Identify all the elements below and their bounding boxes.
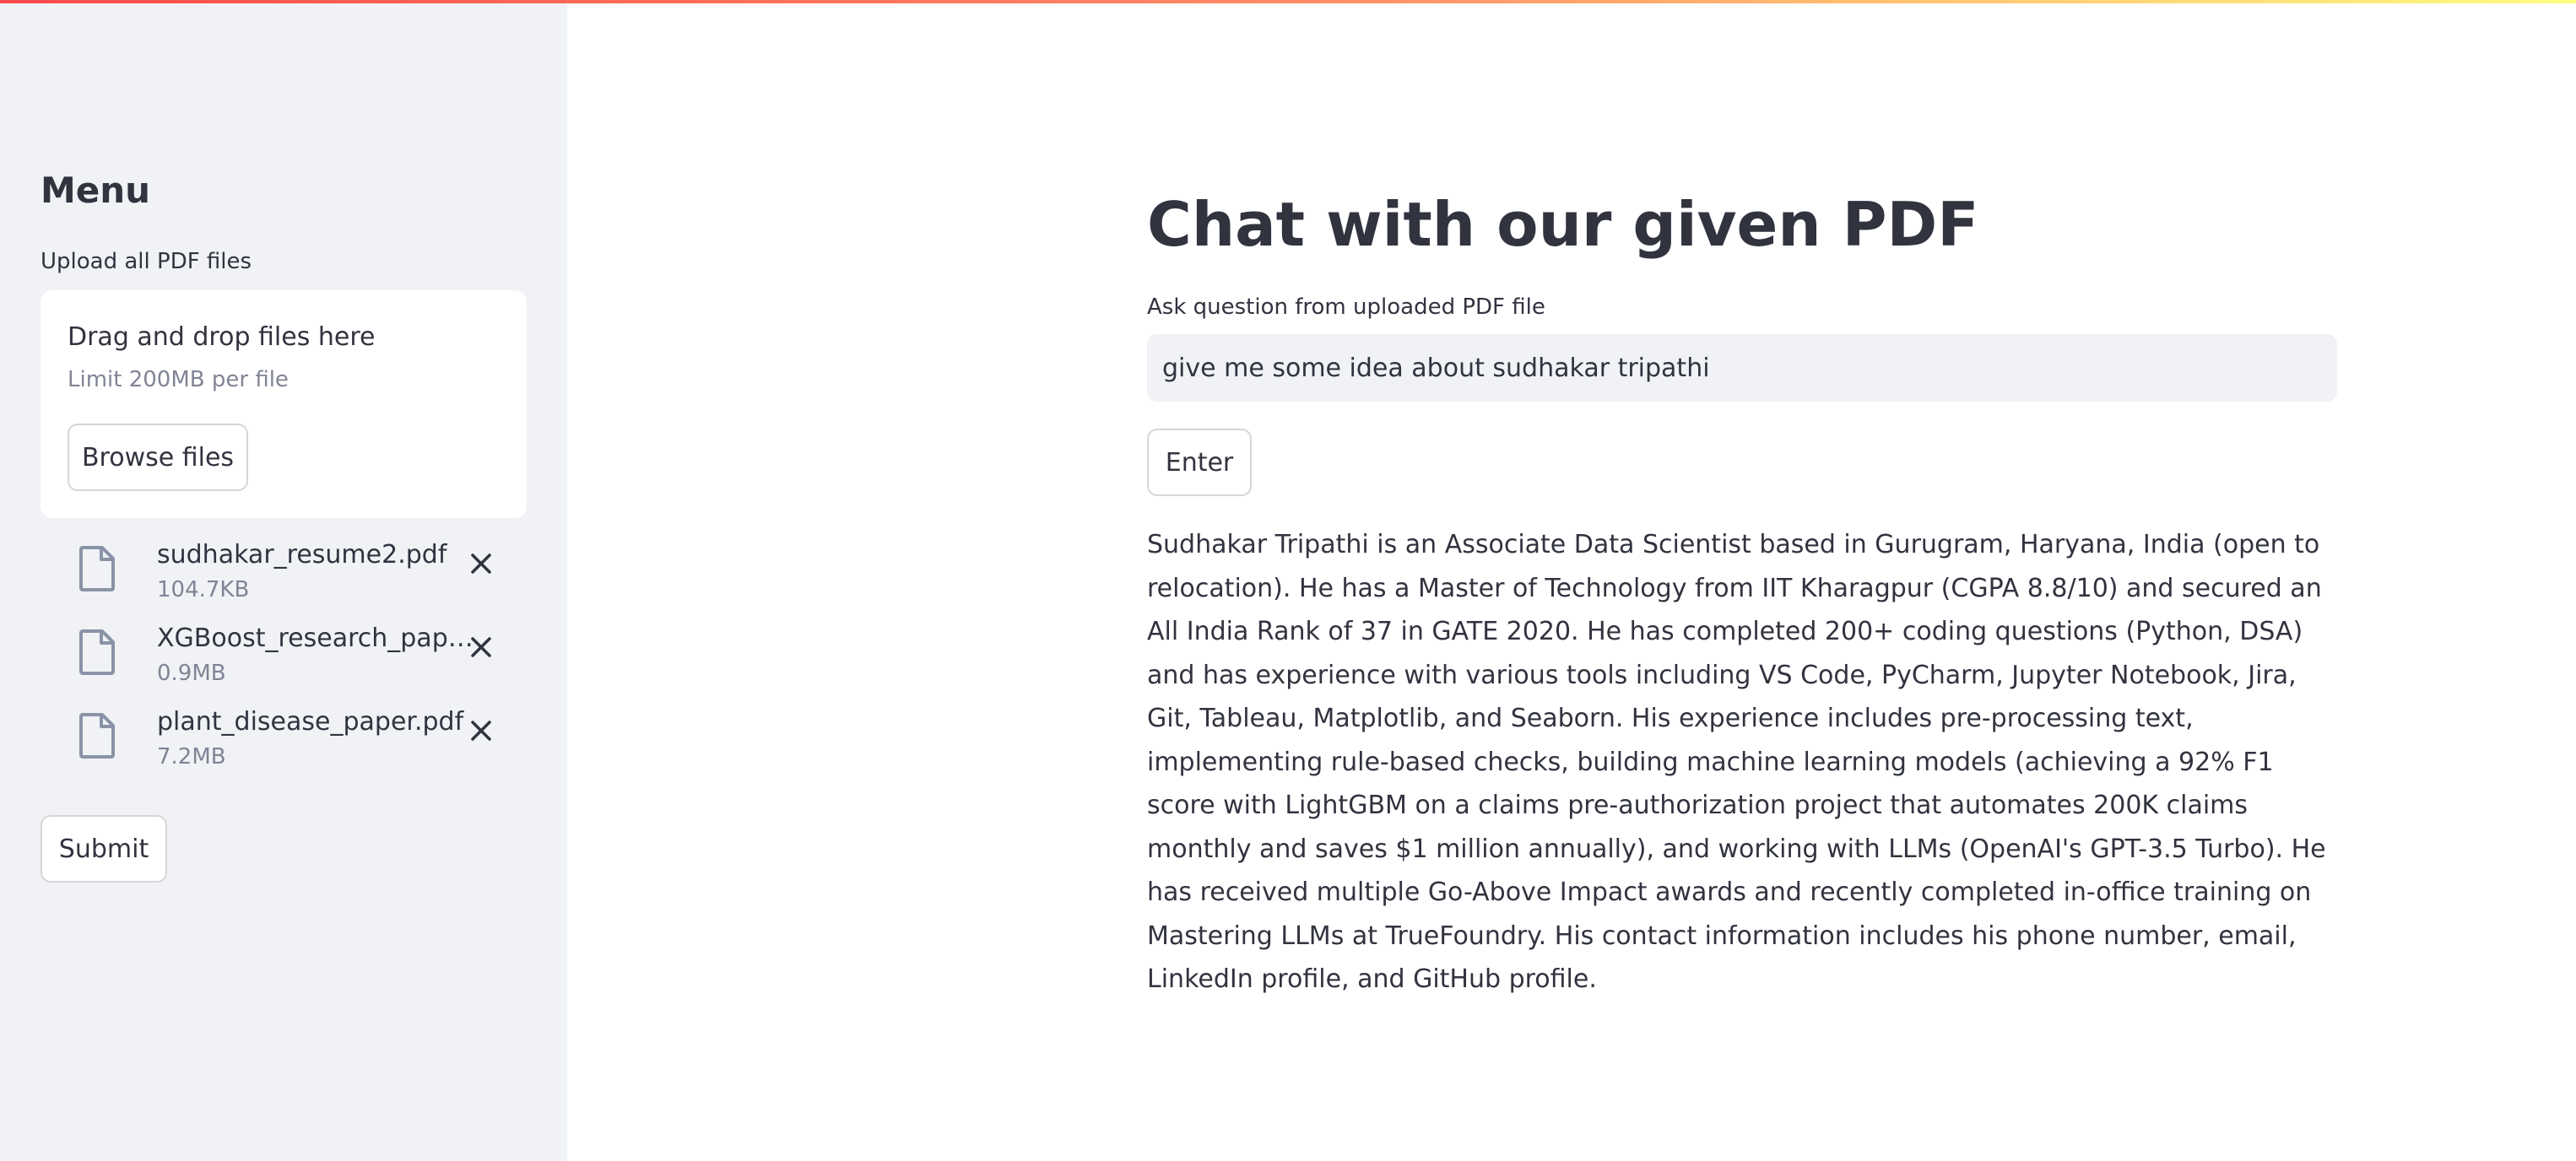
close-icon	[471, 721, 491, 741]
submit-button[interactable]: Submit	[41, 815, 167, 883]
uploaded-file-item: sudhakar_resume2.pdf 104.7KB	[41, 535, 527, 616]
top-decoration-bar	[0, 0, 2576, 3]
remove-file-button[interactable]	[463, 629, 500, 666]
dropzone-text: Drag and drop files here	[68, 322, 376, 352]
file-name: sudhakar_resume2.pdf	[157, 540, 447, 570]
question-input-label: Ask question from uploaded PDF file	[1147, 294, 1545, 320]
sidebar: Menu Upload all PDF files Drag and drop …	[0, 0, 567, 1161]
remove-file-button[interactable]	[463, 545, 500, 582]
file-icon	[79, 546, 115, 591]
close-icon	[471, 554, 491, 574]
page-title: Chat with our given PDF	[1147, 189, 1979, 260]
file-size: 7.2MB	[157, 744, 226, 770]
question-input[interactable]	[1147, 334, 2337, 402]
upload-label: Upload all PDF files	[41, 249, 252, 274]
file-size: 0.9MB	[157, 661, 226, 686]
sidebar-title: Menu	[41, 170, 151, 211]
dropzone-limit-text: Limit 200MB per file	[68, 367, 289, 392]
answer-text: Sudhakar Tripathi is an Associate Data S…	[1147, 530, 2326, 994]
file-dropzone[interactable]: Drag and drop files here Limit 200MB per…	[41, 290, 527, 518]
file-name: XGBoost_research_paper.pdf	[157, 624, 476, 653]
browse-files-button[interactable]: Browse files	[68, 424, 248, 491]
uploaded-file-item: plant_disease_paper.pdf 7.2MB	[41, 702, 527, 783]
file-size: 104.7KB	[157, 577, 250, 602]
file-icon	[79, 713, 115, 759]
uploaded-file-item: XGBoost_research_paper.pdf 0.9MB	[41, 618, 527, 699]
close-icon	[471, 637, 491, 657]
file-name: plant_disease_paper.pdf	[157, 707, 464, 737]
enter-button[interactable]: Enter	[1147, 429, 1252, 496]
remove-file-button[interactable]	[463, 712, 500, 749]
file-icon	[79, 629, 115, 675]
